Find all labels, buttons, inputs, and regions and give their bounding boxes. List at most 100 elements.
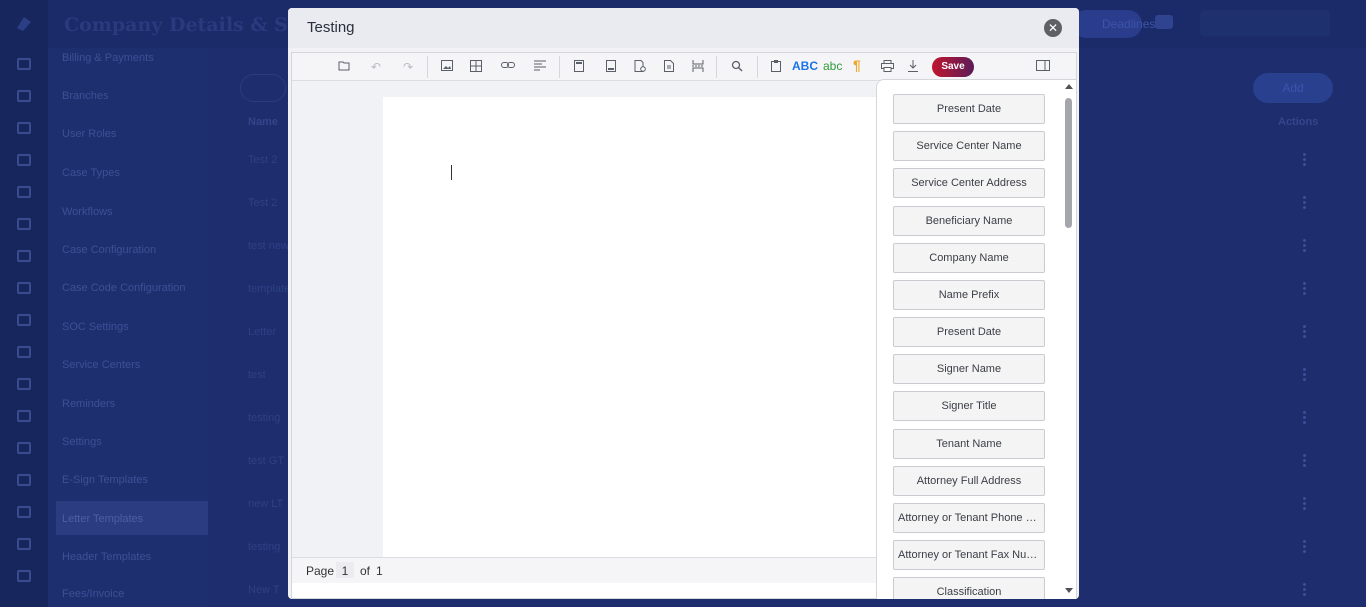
sidebar-item-letter-templates[interactable]: Letter Templates [56,501,208,535]
field-name-prefix[interactable]: Name Prefix [893,280,1045,310]
field-attorney-tenant-phone[interactable]: Attorney or Tenant Phone Number [893,503,1045,533]
sidebar-item-case-code-configuration[interactable]: Case Code Configuration [62,282,186,294]
rail-calendar-icon[interactable] [17,186,31,198]
sidebar-item-fees-invoice[interactable]: Fees/Invoice [62,588,124,600]
undo-icon[interactable]: ↶ [366,58,386,76]
page-setup-icon[interactable] [630,58,650,76]
rail-folder-icon[interactable] [17,442,31,454]
row-actions-icon[interactable] [1302,325,1306,339]
field-classification[interactable]: Classification [893,577,1045,599]
rail-tasks-icon[interactable] [17,250,31,262]
download-icon[interactable] [903,58,923,76]
find-icon[interactable] [727,58,747,76]
sidebar-item-workflows[interactable]: Workflows [62,206,113,218]
print-icon[interactable] [877,58,897,76]
rail-reports-icon[interactable] [17,282,31,294]
sidebar-item-user-roles[interactable]: User Roles [62,128,116,140]
field-signer-name[interactable]: Signer Name [893,354,1045,384]
field-company-name[interactable]: Company Name [893,243,1045,273]
header-icon[interactable] [569,58,589,76]
save-button[interactable]: Save [932,57,974,77]
page-number-icon[interactable] [659,58,679,76]
rail-cases-icon[interactable] [17,90,31,102]
user-menu[interactable] [1200,10,1330,36]
table-row[interactable]: test [248,369,266,381]
rail-profile-icon[interactable] [17,570,31,582]
table-row[interactable]: Test 2 [248,197,277,209]
row-actions-icon[interactable] [1302,540,1306,554]
search-input[interactable] [240,74,286,102]
row-actions-icon[interactable] [1302,583,1306,597]
toggle-panel-icon[interactable] [1033,58,1053,76]
sidebar-item-soc-settings[interactable]: SOC Settings [62,321,129,333]
rail-clients-icon[interactable] [17,122,31,134]
rail-messages-icon[interactable] [17,218,31,230]
table-row[interactable]: New T [248,584,280,596]
paragraph-align-icon[interactable] [530,58,550,76]
field-attorney-tenant-fax[interactable]: Attorney or Tenant Fax Number [893,540,1045,570]
image-icon[interactable] [437,58,457,76]
redo-icon[interactable]: ↷ [398,58,418,76]
footer-icon[interactable] [601,58,621,76]
row-actions-icon[interactable] [1302,368,1306,382]
table-row[interactable]: Test 2 [248,154,277,166]
scroll-down-icon[interactable] [1065,588,1073,593]
table-icon[interactable] [466,58,486,76]
rail-support-icon[interactable] [17,474,31,486]
rail-dashboard-icon[interactable] [17,58,31,70]
table-row[interactable]: testing [248,541,280,553]
row-actions-icon[interactable] [1302,196,1306,210]
rail-team-icon[interactable] [17,410,31,422]
sidebar-item-branches[interactable]: Branches [62,90,108,102]
row-actions-icon[interactable] [1302,497,1306,511]
row-actions-icon[interactable] [1302,239,1306,253]
field-service-center-address[interactable]: Service Center Address [893,168,1045,198]
field-present-date-2[interactable]: Present Date [893,317,1045,347]
document-page[interactable] [383,97,877,557]
break-icon[interactable] [688,58,708,76]
clipboard-icon[interactable] [766,58,786,76]
add-button[interactable]: Add [1253,73,1333,103]
sidebar-item-billing[interactable]: Billing & Payments [62,52,154,64]
fields-scrollbar[interactable] [1063,80,1075,599]
sidebar-item-case-types[interactable]: Case Types [62,167,120,179]
row-actions-icon[interactable] [1302,282,1306,296]
field-beneficiary-name[interactable]: Beneficiary Name [893,206,1045,236]
rail-documents-icon[interactable] [17,154,31,166]
sidebar-item-reminders[interactable]: Reminders [62,398,115,410]
open-folder-icon[interactable] [334,58,354,76]
rail-users-icon[interactable] [17,378,31,390]
field-signer-title[interactable]: Signer Title [893,391,1045,421]
table-row[interactable]: template [248,283,290,295]
row-actions-icon[interactable] [1302,153,1306,167]
field-present-date[interactable]: Present Date [893,94,1045,124]
sidebar-item-header-templates[interactable]: Header Templates [62,551,151,563]
field-attorney-full-address[interactable]: Attorney Full Address [893,466,1045,496]
deadlines-button[interactable]: Deadlines [1072,10,1155,38]
field-tenant-name[interactable]: Tenant Name [893,429,1045,459]
rail-settings-icon[interactable] [17,538,31,550]
field-service-center-name[interactable]: Service Center Name [893,131,1045,161]
chat-icon[interactable] [1155,15,1173,29]
row-actions-icon[interactable] [1302,411,1306,425]
rail-account-icon[interactable] [17,506,31,518]
spell-check-uppercase[interactable]: ABC [792,59,818,73]
scroll-up-icon[interactable] [1065,84,1073,89]
table-row[interactable]: test new [248,240,289,252]
spell-check-lowercase[interactable]: abc [823,59,842,73]
link-icon[interactable] [498,58,518,76]
table-row[interactable]: test GT [248,455,284,467]
sidebar-item-service-centers[interactable]: Service Centers [62,359,140,371]
current-page-input[interactable]: 1 [336,562,354,578]
scroll-thumb[interactable] [1065,98,1072,228]
table-row[interactable]: testing [248,412,280,424]
close-icon[interactable]: ✕ [1044,19,1062,37]
row-actions-icon[interactable] [1302,454,1306,468]
sidebar-item-esign-templates[interactable]: E-Sign Templates [62,474,148,486]
sidebar-item-case-configuration[interactable]: Case Configuration [62,244,156,256]
table-row[interactable]: Letter [248,326,276,338]
sidebar-item-settings[interactable]: Settings [62,436,102,448]
rail-help-icon[interactable] [17,346,31,358]
table-row[interactable]: new LT [248,498,283,510]
rail-billing-icon[interactable] [17,314,31,326]
